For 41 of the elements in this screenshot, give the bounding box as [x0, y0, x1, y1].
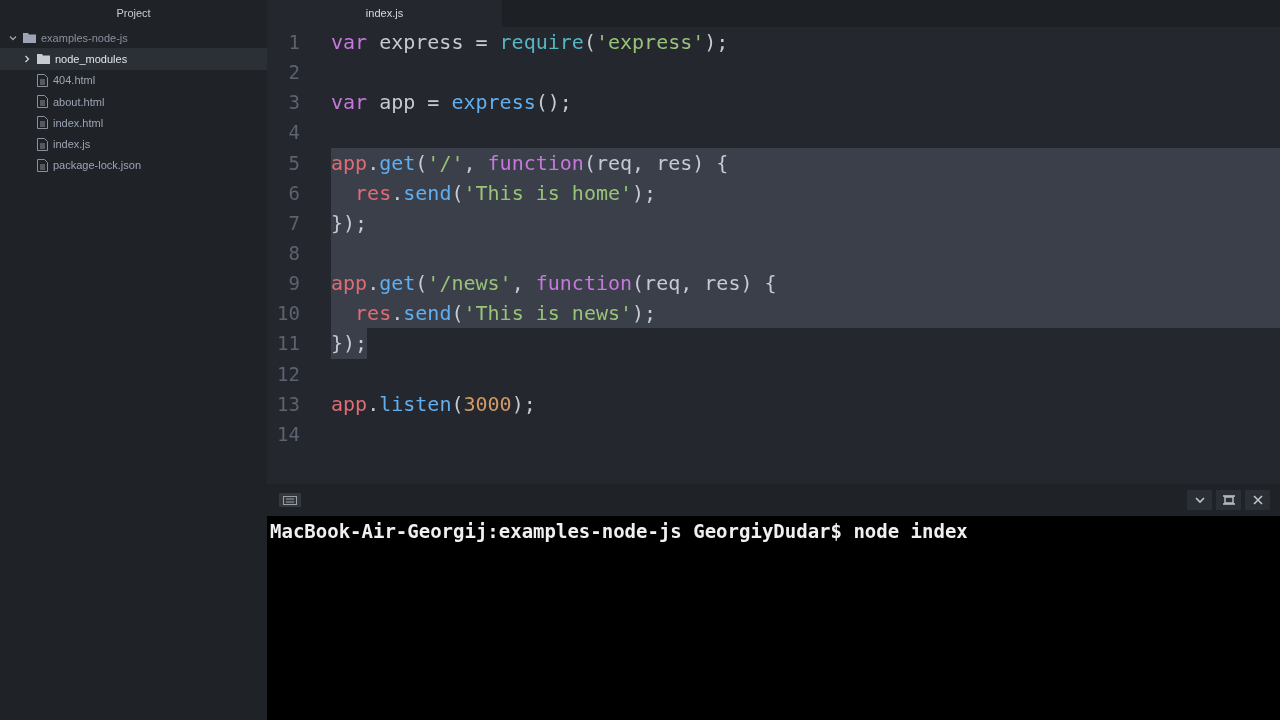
line-number: 9: [287, 272, 301, 295]
collapse-button[interactable]: [1187, 490, 1212, 510]
close-button[interactable]: [1245, 490, 1270, 510]
terminal-line: MacBook-Air-Georgij:examples-node-js GeorgiyDudar$ node index: [270, 519, 969, 543]
line-number: 13: [276, 392, 301, 415]
tree-item[interactable]: 404.html: [0, 69, 267, 91]
line-number: 8: [287, 242, 301, 265]
line-number: 4: [287, 121, 301, 144]
code-line: app.listen(3000);: [331, 390, 536, 418]
file-tab[interactable]: index.js: [267, 0, 502, 27]
maximize-icon: [1222, 495, 1235, 505]
file-icon: [37, 95, 48, 109]
tree-item[interactable]: node_modules: [0, 48, 267, 70]
folder-icon: [23, 32, 36, 44]
tree-item[interactable]: index.html: [0, 112, 267, 134]
line-number: 7: [287, 211, 301, 234]
panel-title: Project: [115, 6, 152, 21]
line-number: 1: [287, 31, 301, 54]
tree-item[interactable]: package-lock.json: [0, 154, 267, 177]
code-line: var app = express();: [331, 89, 572, 117]
tree-item[interactable]: examples-node-js: [0, 27, 267, 49]
line-number: 5: [287, 151, 301, 174]
maximize-button[interactable]: [1216, 490, 1241, 510]
chevron-down-icon: [1194, 496, 1205, 504]
line-number: 14: [276, 422, 301, 445]
line-number: 12: [276, 362, 301, 385]
line-number: 2: [287, 61, 301, 84]
file-icon: [37, 73, 48, 87]
close-icon: [1252, 495, 1263, 505]
line-number: 6: [287, 181, 301, 204]
line-number: 10: [276, 302, 301, 325]
folder-icon: [37, 53, 50, 65]
line-number: 3: [287, 91, 301, 114]
tree-item[interactable]: about.html: [0, 90, 267, 113]
code-line: var express = require('express');: [331, 29, 729, 56]
keyboard-icon[interactable]: [279, 493, 301, 507]
file-icon: [37, 116, 48, 130]
file-icon: [37, 158, 48, 172]
line-number: 11: [276, 332, 301, 355]
tree-item[interactable]: index.js: [0, 133, 267, 155]
file-icon: [37, 137, 48, 151]
